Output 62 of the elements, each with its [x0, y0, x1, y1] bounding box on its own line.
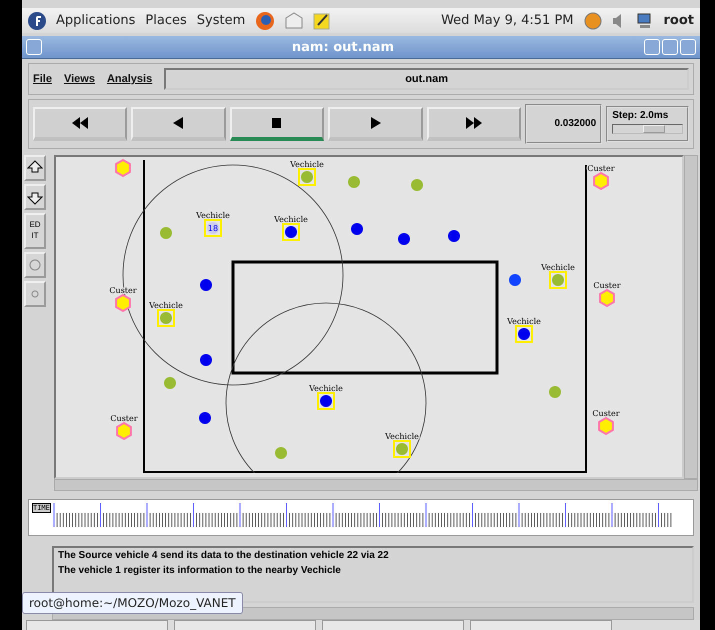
time-display: 0.032000	[525, 104, 602, 144]
vertical-scrollbar[interactable]	[684, 154, 698, 479]
vehicle-node	[549, 270, 567, 289]
slider-thumb[interactable]	[643, 124, 666, 133]
fedora-logo-icon[interactable]	[28, 12, 46, 30]
message-line: The vehicle 1 register its information to the nearby Vechicle	[58, 564, 342, 576]
rewind-icon	[72, 116, 88, 129]
zoom-out-button[interactable]	[24, 184, 46, 210]
circle-tool-button[interactable]	[24, 252, 46, 278]
node-label: Custer	[592, 408, 620, 418]
vehicle-node	[157, 308, 175, 327]
node-label: Custer	[593, 280, 621, 290]
node-label: Vechicle	[507, 316, 541, 326]
vehicle-node	[298, 168, 316, 186]
vehicle-node	[393, 440, 411, 458]
forward-button[interactable]	[426, 106, 522, 141]
node-number: 18	[208, 224, 218, 233]
node-label: Vechicle	[541, 262, 575, 272]
message-line: The Source vehicle 4 send its data to the destination vehicle 22 via 22	[58, 550, 390, 561]
vehicle-node	[204, 218, 222, 237]
node-label: Vechicle	[196, 210, 230, 220]
node-label: Vechicle	[309, 384, 343, 393]
horizontal-scrollbar[interactable]	[54, 478, 698, 491]
window-menu-icon[interactable]	[26, 39, 42, 56]
vehicle-node	[515, 324, 533, 343]
clock[interactable]: Wed May 9, 4:51 PM	[441, 13, 574, 28]
node-label: Custer	[110, 414, 138, 423]
node-label: Vechicle	[290, 160, 324, 169]
node-label: Vechicle	[149, 300, 183, 310]
note-icon[interactable]	[313, 12, 332, 30]
file-name-field: out.nam	[164, 68, 689, 90]
tooltip: root@home:~/MOZO/Mozo_VANET	[22, 592, 243, 614]
menu-item[interactable]: File	[33, 72, 52, 85]
taskbar-button[interactable]	[470, 620, 612, 630]
browser-icon[interactable]	[255, 10, 276, 31]
menu-item[interactable]: Views	[64, 72, 95, 85]
circle-icon	[31, 290, 39, 298]
step-slider[interactable]	[612, 124, 683, 134]
panel-menu[interactable]: Applications	[56, 13, 136, 28]
small-circle-tool-button[interactable]	[24, 280, 46, 307]
step-label: Step: 2.0ms	[612, 110, 670, 121]
vehicle-node	[317, 392, 335, 410]
window-title: nam: out.nam	[292, 40, 394, 55]
circle-icon	[29, 258, 41, 271]
edit-button[interactable]: ED IT	[24, 212, 46, 249]
node-label: Vechicle	[274, 214, 308, 224]
vehicle-node	[282, 222, 300, 241]
menu-item[interactable]: Analysis	[106, 72, 152, 85]
taskbar-button[interactable]	[26, 620, 168, 630]
node-label: Vechicle	[385, 432, 419, 441]
panel-menu[interactable]: System	[196, 13, 246, 28]
update-icon[interactable]	[584, 12, 602, 30]
node-label: Custer	[587, 164, 615, 173]
forward-icon	[466, 116, 482, 129]
stop-button[interactable]	[230, 106, 324, 141]
network-icon[interactable]	[636, 12, 654, 30]
panel-menu[interactable]: Places	[145, 13, 187, 28]
rewind-button[interactable]	[33, 106, 128, 141]
zoom-in-button[interactable]	[24, 154, 46, 181]
taskbar-button[interactable]	[174, 620, 316, 630]
user-name[interactable]: root	[664, 13, 694, 28]
taskbar-button[interactable]	[322, 620, 464, 630]
